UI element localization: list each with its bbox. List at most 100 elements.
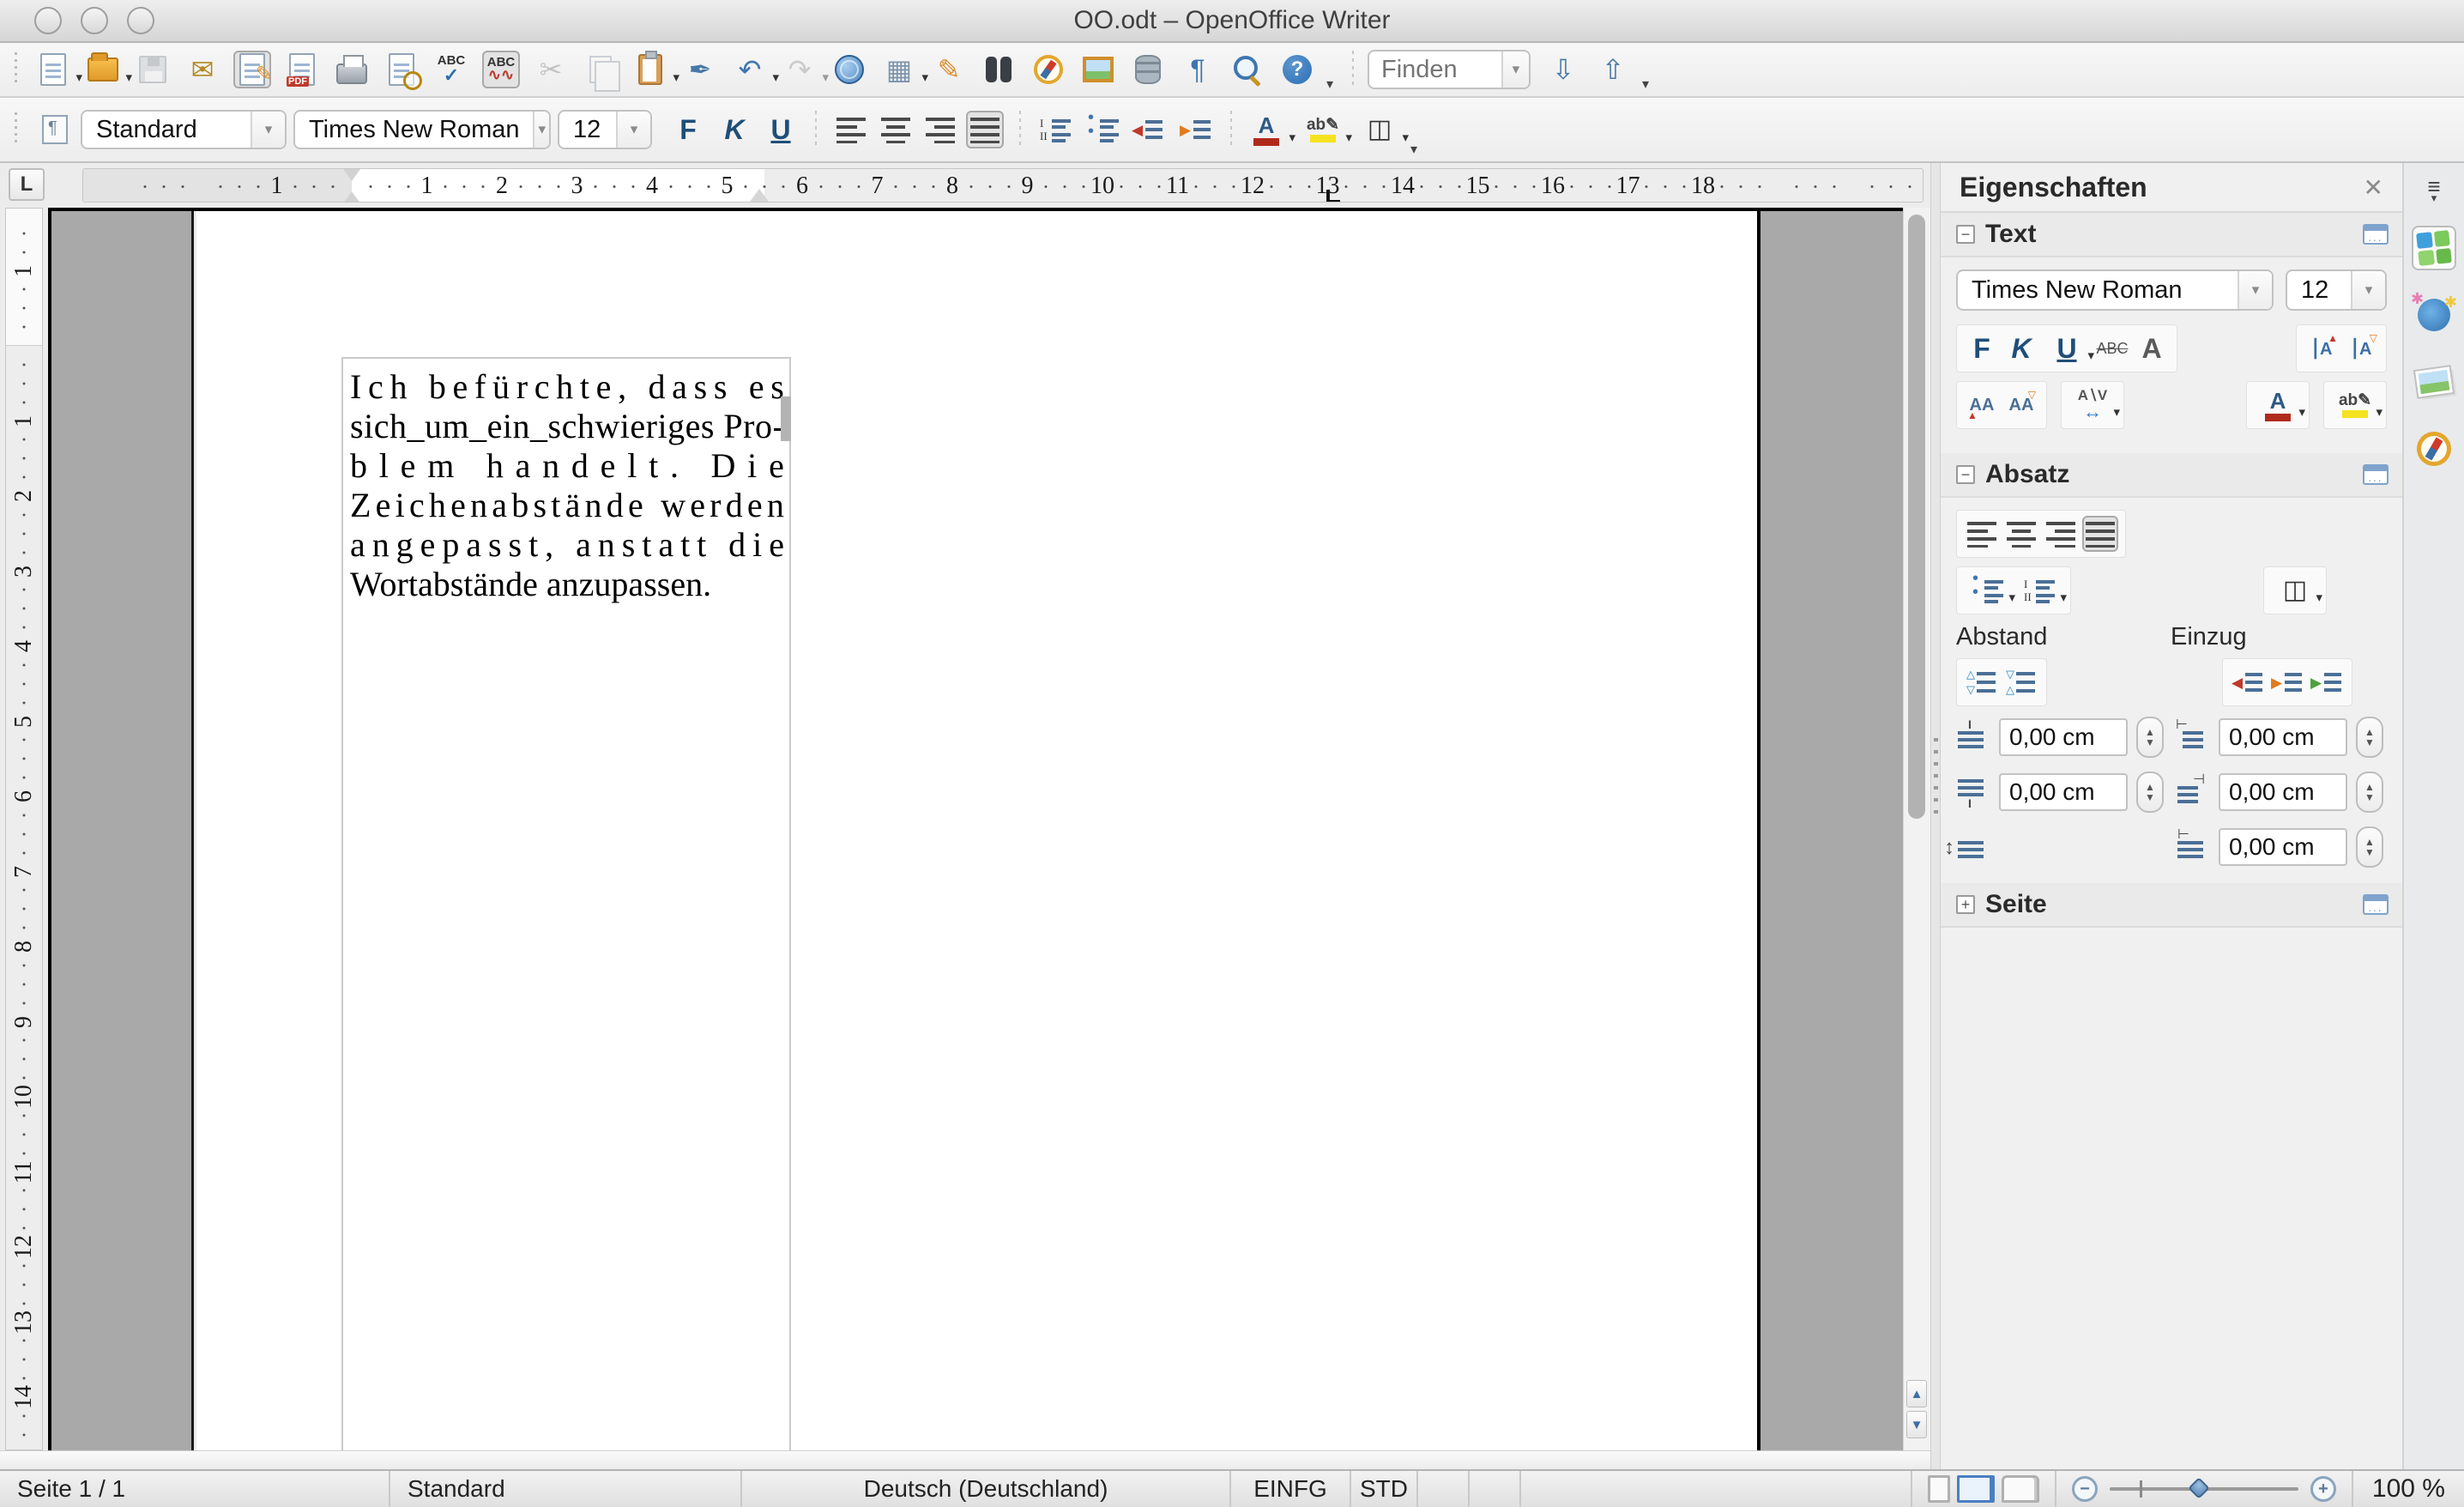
gallery-button[interactable]	[1079, 51, 1117, 88]
draw-functions-button[interactable]: ✎	[930, 51, 968, 88]
single-page-view-button[interactable]	[1927, 1475, 1950, 1503]
book-view-button[interactable]	[2001, 1475, 2039, 1503]
chevron-down-icon[interactable]: ▾	[125, 70, 132, 85]
shrink-font-button[interactable]	[2003, 387, 2039, 423]
sidebar-increase-indent-button[interactable]	[2230, 664, 2266, 700]
zoom-in-button[interactable]: +	[2310, 1476, 2336, 1502]
data-sources-button[interactable]	[1129, 51, 1167, 88]
spacing-above-input[interactable]	[1999, 718, 2128, 756]
paragraph-section-dialog-launcher[interactable]	[2363, 464, 2389, 487]
sidebar-underline-button[interactable]: U ▾	[2043, 330, 2094, 366]
sidebar-italic-button[interactable]: K	[2003, 330, 2039, 366]
chevron-down-icon[interactable]: ▾	[2238, 271, 2272, 309]
chevron-down-icon[interactable]: ▾	[2376, 404, 2382, 420]
chevron-down-icon[interactable]: ▾	[616, 112, 650, 148]
find-previous-button[interactable]: ⇧	[1594, 51, 1632, 88]
chevron-down-icon[interactable]: ▾	[2351, 271, 2385, 309]
find-toolbar-searchbox[interactable]: ▾	[1368, 50, 1531, 89]
sidebar-font-color-button[interactable]: ▾	[2254, 387, 2305, 423]
sidebar-character-dialog-button[interactable]: A	[2134, 330, 2170, 366]
zoom-slider-track[interactable]	[2109, 1477, 2298, 1499]
chevron-down-icon[interactable]: ▾	[822, 70, 829, 85]
decrease-paragraph-spacing-button[interactable]	[2003, 664, 2039, 700]
first-line-indent-input[interactable]	[2219, 828, 2347, 866]
zoom-out-button[interactable]: −	[2071, 1476, 2098, 1502]
sidebar-font-name-combobox[interactable]: Times New Roman ▾	[1956, 269, 2274, 311]
status-language-cell[interactable]: Deutsch (Deutschland)	[742, 1471, 1231, 1507]
chevron-down-icon[interactable]: ▾	[2298, 404, 2305, 420]
character-spacing-button[interactable]: ▾	[2068, 387, 2120, 423]
vertical-scrollbar-thumb[interactable]	[1908, 215, 1925, 819]
chevron-down-icon[interactable]: ▾	[2087, 348, 2094, 363]
highlighting-button[interactable]: ▾	[1304, 111, 1352, 148]
format-paintbrush-button[interactable]: ✒	[681, 51, 719, 88]
align-right-button[interactable]	[921, 111, 959, 148]
underline-button[interactable]: U	[762, 111, 800, 148]
chevron-down-icon[interactable]: ▾	[2316, 590, 2322, 605]
bullet-list-button[interactable]	[1084, 111, 1122, 148]
chevron-down-icon[interactable]: ▾	[2008, 590, 2015, 605]
previous-page-button[interactable]: ▲	[1906, 1380, 1927, 1407]
paragraph-background-color-button[interactable]: ▾	[2271, 572, 2322, 608]
chevron-down-icon[interactable]: ▾	[251, 112, 285, 148]
sidebar-splitter[interactable]	[1930, 163, 1941, 1469]
spellcheck-button[interactable]	[432, 51, 470, 88]
help-button[interactable]	[1278, 51, 1316, 88]
vertical-ruler[interactable]: 1 1 2 3 4 5 6 7 8 9 10 11 12 13 14	[5, 208, 43, 1450]
page-section-dialog-launcher[interactable]	[2363, 894, 2389, 917]
toolbar-grip[interactable]	[12, 52, 21, 87]
chevron-down-icon[interactable]: ▾	[1345, 130, 1352, 145]
grow-font-button[interactable]	[1964, 387, 2000, 423]
print-button[interactable]	[333, 51, 371, 88]
navigator-button[interactable]	[1030, 51, 1067, 88]
collapse-icon[interactable]: −	[1956, 465, 1975, 484]
numbered-list-button[interactable]	[1036, 111, 1074, 148]
undo-button[interactable]: ↶ ▾	[731, 51, 779, 88]
vertical-scrollbar[interactable]: ▲ ▼	[1903, 208, 1930, 1450]
new-document-button[interactable]: ▾	[34, 51, 82, 88]
zoom-window-button[interactable]	[127, 7, 154, 34]
indent-before-input[interactable]	[2219, 718, 2347, 756]
zoom-button[interactable]	[1229, 51, 1266, 88]
chevron-down-icon[interactable]: ▾	[921, 70, 928, 85]
chevron-down-icon[interactable]: ▾	[1402, 130, 1409, 145]
chevron-down-icon[interactable]: ▾	[75, 70, 82, 85]
font-name-combobox[interactable]: Times New Roman ▾	[293, 110, 551, 149]
sidebar-menu-icon[interactable]: ≡	[2427, 175, 2440, 203]
export-pdf-button[interactable]	[283, 51, 321, 88]
tab-styles[interactable]	[2411, 290, 2457, 337]
right-indent-marker[interactable]	[750, 179, 769, 202]
chevron-down-icon[interactable]: ▾	[772, 70, 779, 85]
find-replace-button[interactable]	[980, 51, 1018, 88]
find-dropdown-arrow-icon[interactable]: ▾	[1501, 51, 1529, 88]
status-selection-mode-cell[interactable]: STD	[1351, 1471, 1418, 1507]
justify-button[interactable]	[966, 111, 1004, 148]
line-spacing-button[interactable]	[1944, 834, 1985, 860]
sidebar-highlighting-button[interactable]: ▾	[2331, 387, 2382, 423]
zoom-slider-thumb[interactable]	[2187, 1477, 2210, 1499]
page-preview-button[interactable]	[383, 51, 420, 88]
status-style-cell[interactable]: Standard	[390, 1471, 742, 1507]
multi-page-view-button[interactable]	[1956, 1475, 1995, 1503]
sidebar-bullet-list-button[interactable]: ▾	[1964, 572, 2015, 608]
indent-after-stepper[interactable]: ▲ ▼	[2356, 772, 2383, 813]
email-document-button[interactable]: ✉	[184, 51, 221, 88]
spacing-above-stepper[interactable]: ▲ ▼	[2136, 717, 2164, 758]
collapse-icon[interactable]: −	[1956, 225, 1975, 244]
find-toolbar-overflow-button[interactable]: ▾	[1637, 76, 1654, 93]
indent-after-input[interactable]	[2219, 773, 2347, 811]
increase-font-size-button[interactable]	[2304, 330, 2340, 366]
status-insert-mode-cell[interactable]: EINFG	[1231, 1471, 1351, 1507]
paragraph-style-combobox[interactable]: Standard ▾	[81, 110, 287, 149]
spacing-below-input[interactable]	[1999, 773, 2128, 811]
hanging-indent-button[interactable]	[2309, 664, 2345, 700]
align-left-button[interactable]	[832, 111, 870, 148]
paste-button[interactable]: ▾	[631, 51, 679, 88]
chevron-down-icon[interactable]: ▾	[673, 70, 679, 85]
close-window-button[interactable]	[34, 7, 62, 34]
chevron-down-icon[interactable]: ▾	[1289, 130, 1295, 145]
find-input[interactable]	[1369, 55, 1501, 84]
chevron-down-icon[interactable]: ▾	[2060, 590, 2067, 605]
tab-navigator[interactable]	[2412, 427, 2456, 471]
align-center-button[interactable]	[877, 111, 915, 148]
